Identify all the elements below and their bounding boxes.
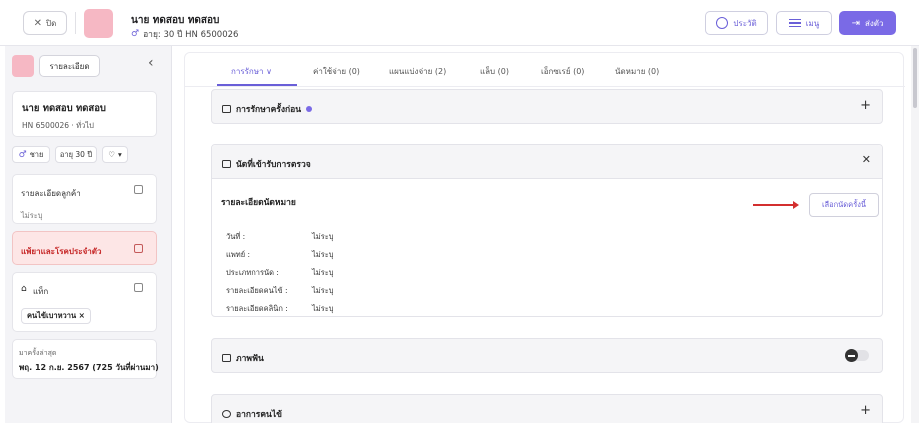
tab-installment[interactable]: แผนแบ่งจ่าย (2): [389, 65, 446, 78]
smile-icon: [222, 410, 231, 418]
sidebar-hn: HN 6500026 · ทั่วไป: [22, 121, 94, 130]
previous-treatment-section[interactable]: การรักษาครั้งก่อน +: [211, 89, 883, 124]
expand-icon[interactable]: +: [860, 403, 871, 418]
customer-detail-value: ไม่ระบุ: [21, 211, 43, 220]
select-appointment-button[interactable]: เลือกนัดครั้งนี้: [809, 193, 879, 217]
previous-treatment-header: การรักษาครั้งก่อน: [222, 102, 313, 116]
send-label: ส่งตัว: [864, 18, 884, 28]
patient-meta-text: อายุ: 30 ปี HN 6500026: [143, 30, 239, 40]
detail-value-clinic: ไม่ระบุ: [312, 304, 334, 313]
male-icon: ♂: [18, 149, 27, 160]
send-icon: ⇥: [851, 17, 860, 29]
customer-detail-card: รายละเอียดลูกค้า ไม่ระบุ: [12, 174, 157, 224]
gender-chip: ♂ ชาย: [12, 146, 50, 163]
tags-card: แท็ก ⌂ คนไข้เบาหวาน ×: [12, 272, 157, 332]
tab-treatment[interactable]: การรักษา ∨: [231, 65, 272, 78]
chevron-down-icon: ∨: [266, 67, 272, 76]
appointment-section: นัดที่เข้ารับการตรวจ ✕ รายละเอียดนัดหมาย…: [211, 144, 883, 317]
history-icon: [716, 17, 729, 29]
last-visit-label: มาครั้งล่าสุด: [19, 349, 57, 357]
sidebar-patient-name: นาย ทดสอบ ทดสอบ: [22, 103, 106, 114]
teeth-icon: [222, 354, 231, 362]
allergy-card: แพ้ยาและโรคประจำตัว: [12, 231, 157, 265]
tab-appointment[interactable]: นัดหมาย (0): [615, 65, 659, 78]
sidebar-avatar: [12, 55, 34, 77]
heart-icon: ♡: [108, 150, 115, 159]
menu-icon: [788, 18, 801, 28]
id-card-icon: [222, 105, 231, 113]
patient-avatar: [84, 9, 113, 38]
tab-lab[interactable]: แล็บ (0): [480, 65, 509, 78]
patient-card: นาย ทดสอบ ทดสอบ HN 6500026 · ทั่วไป: [12, 91, 157, 137]
dental-image-header: ภาพฟัน: [222, 351, 264, 365]
menu-label: เมนู: [805, 18, 820, 28]
scrollbar-thumb[interactable]: [913, 48, 917, 108]
tab-xray[interactable]: เอ็กซเรย์ (0): [541, 65, 584, 78]
chevron-down-icon: ▾: [117, 150, 122, 159]
appointment-detail-title: รายละเอียดนัดหมาย: [221, 198, 296, 208]
tags-title: แท็ก: [33, 287, 49, 296]
dental-image-toggle[interactable]: [845, 349, 869, 362]
detail-label-patient: รายละเอียดคนไข้ :: [226, 286, 288, 295]
patient-sidebar: รายละเอียด ‹ นาย ทดสอบ ทดสอบ HN 6500026 …: [5, 46, 172, 423]
calendar-icon: [222, 160, 231, 168]
divider: [75, 12, 76, 34]
page-scrollbar[interactable]: [911, 46, 919, 423]
tabs-divider: [185, 86, 905, 87]
dental-image-section: ภาพฟัน: [211, 338, 883, 373]
chevron-left-icon[interactable]: ‹: [148, 55, 154, 71]
close-button-label: ปิด: [46, 18, 57, 28]
patient-name: นาย ทดสอบ ทดสอบ: [131, 15, 220, 26]
patient-meta: ♂ อายุ: 30 ปี HN 6500026: [131, 27, 238, 41]
tab-expense[interactable]: ค่าใช้จ่าย (0): [313, 65, 360, 78]
detail-value-doctor: ไม่ระบุ: [312, 250, 334, 259]
toggle-knob: [845, 349, 858, 362]
edit-icon[interactable]: [134, 283, 143, 292]
dental-image-title: ภาพฟัน: [236, 354, 264, 364]
detail-label-doctor: แพทย์ :: [226, 250, 251, 259]
expand-icon[interactable]: +: [860, 98, 871, 113]
history-label: ประวัติ: [733, 18, 757, 28]
previous-treatment-title: การรักษาครั้งก่อน: [236, 105, 302, 115]
customer-detail-title: รายละเอียดลูกค้า: [21, 189, 81, 198]
arrow-annotation: [753, 201, 799, 209]
appointment-header: [212, 145, 882, 179]
detail-value-patient: ไม่ระบุ: [312, 286, 334, 295]
close-button[interactable]: ✕ ปิด: [23, 11, 67, 35]
male-icon: ♂: [131, 29, 140, 39]
main-panel: การรักษา ∨ ค่าใช้จ่าย (0) แผนแบ่งจ่าย (2…: [184, 52, 905, 423]
allergy-title: แพ้ยาและโรคประจำตัว: [21, 247, 102, 256]
detail-button[interactable]: รายละเอียด: [39, 55, 100, 77]
appointment-title: นัดที่เข้ารับการตรวจ: [236, 160, 311, 170]
last-visit-value: พฤ. 12 ก.ย. 2567 (725 วันที่ผ่านมา): [19, 363, 159, 372]
detail-label-clinic: รายละเอียดคลินิก :: [226, 304, 288, 313]
detail-label-type: ประเภทการนัด :: [226, 268, 279, 277]
heart-dropdown[interactable]: ♡ ▾: [102, 146, 128, 163]
top-bar: ✕ ปิด นาย ทดสอบ ทดสอบ ♂ อายุ: 30 ปี HN 6…: [0, 0, 919, 46]
tag-chip[interactable]: คนไข้เบาหวาน ×: [21, 308, 91, 324]
tag-icon: ⌂: [21, 284, 27, 294]
age-chip: อายุ 30 ปี: [55, 146, 97, 163]
edit-icon[interactable]: [134, 185, 143, 194]
detail-value-date: ไม่ระบุ: [312, 232, 334, 241]
status-dot: [306, 106, 313, 112]
close-icon[interactable]: ✕: [862, 153, 871, 166]
detail-value-type: ไม่ระบุ: [312, 268, 334, 277]
edit-icon[interactable]: [134, 244, 143, 253]
symptoms-title: อาการคนไข้: [236, 410, 282, 420]
symptoms-section[interactable]: อาการคนไข้ +: [211, 394, 883, 423]
close-icon: ✕: [33, 17, 43, 29]
detail-label-date: วันที่ :: [226, 232, 246, 241]
appointment-header-title: นัดที่เข้ารับการตรวจ: [222, 157, 311, 171]
symptoms-header: อาการคนไข้: [222, 407, 282, 421]
send-button[interactable]: ⇥ ส่งตัว: [839, 11, 896, 35]
tab-treatment-label: การรักษา: [231, 67, 264, 76]
gender-label: ชาย: [29, 149, 44, 159]
menu-button[interactable]: เมนู: [776, 11, 832, 35]
history-button[interactable]: ประวัติ: [705, 11, 768, 35]
